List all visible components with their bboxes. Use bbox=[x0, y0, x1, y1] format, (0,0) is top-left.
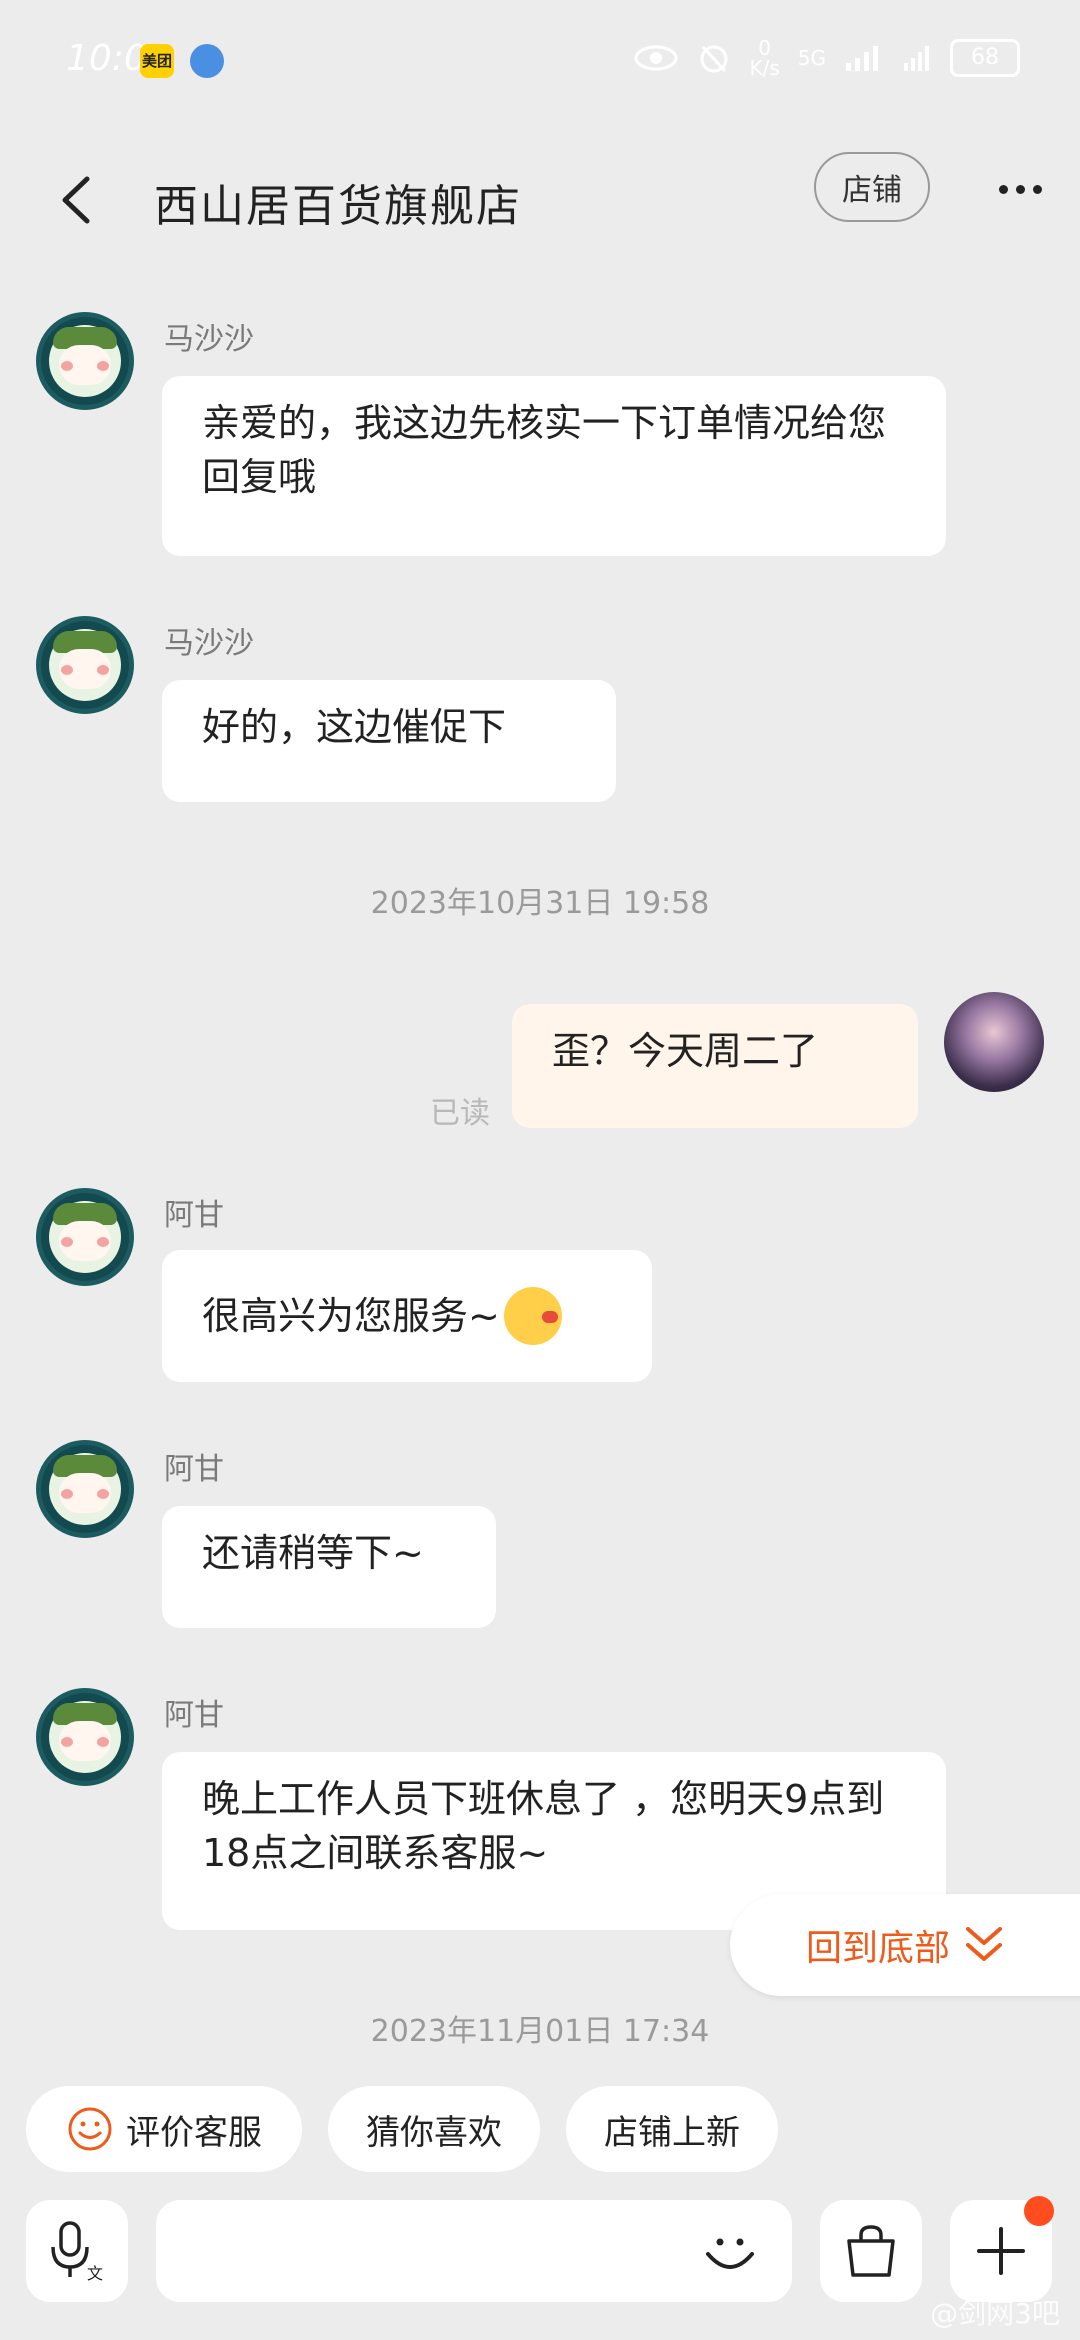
voice-input-button[interactable]: 文 bbox=[26, 2200, 128, 2302]
agent-avatar[interactable] bbox=[36, 1688, 134, 1786]
rate-service-chip[interactable]: 评价客服 bbox=[26, 2086, 302, 2172]
guess-you-like-chip[interactable]: 猜你喜欢 bbox=[328, 2086, 540, 2172]
network-type: 5G bbox=[797, 46, 826, 70]
more-options-button[interactable] bbox=[990, 164, 1050, 214]
shopping-bag-icon bbox=[847, 2225, 895, 2277]
sender-name: 阿甘 bbox=[164, 1198, 224, 1233]
chip-label: 评价客服 bbox=[126, 2112, 262, 2153]
chevron-left-icon bbox=[62, 176, 90, 224]
net-speed: 0 K/s bbox=[749, 36, 780, 80]
sender-name: 阿甘 bbox=[164, 1698, 224, 1733]
sender-name: 马沙沙 bbox=[164, 322, 254, 357]
emoji-button[interactable] bbox=[700, 2222, 760, 2282]
message-bubble[interactable]: 亲爱的，我这边先核实一下订单情况给您回复哦 bbox=[162, 376, 946, 556]
eye-icon bbox=[634, 45, 678, 71]
browser-notification-icon bbox=[190, 44, 224, 78]
message-bubble[interactable]: 好的，这边催促下 bbox=[162, 680, 616, 802]
shop-new-chip[interactable]: 店铺上新 bbox=[566, 2086, 778, 2172]
sender-name: 马沙沙 bbox=[164, 626, 254, 661]
message-text: 很高兴为您服务~ bbox=[202, 1294, 500, 1338]
message-bubble[interactable]: 很高兴为您服务~ bbox=[162, 1250, 652, 1382]
watermark: @剑网3吧 bbox=[930, 2297, 1060, 2330]
smiley-icon bbox=[68, 2107, 112, 2151]
message-timestamp: 2023年10月31日 19:58 bbox=[370, 886, 710, 921]
plus-icon bbox=[977, 2227, 1025, 2275]
double-chevron-down-icon bbox=[966, 1927, 1003, 1961]
message-timestamp: 2023年11月01日 17:34 bbox=[370, 2014, 710, 2049]
smile-emoji-icon bbox=[503, 1287, 562, 1345]
back-to-bottom-label: 回到底部 bbox=[806, 1928, 951, 1969]
read-status: 已读 bbox=[430, 1096, 490, 1131]
agent-avatar[interactable] bbox=[36, 312, 134, 410]
shop-button[interactable]: 店铺 bbox=[814, 152, 930, 222]
status-bar: 10:06 美团 0 K/s 5G 68 bbox=[0, 0, 1080, 120]
back-to-bottom-button[interactable]: 回到底部 bbox=[730, 1894, 1080, 1996]
agent-avatar[interactable] bbox=[36, 616, 134, 714]
svg-text:文: 文 bbox=[87, 2264, 103, 2283]
message-input[interactable] bbox=[156, 2200, 792, 2302]
emoji-face-icon bbox=[706, 2238, 754, 2269]
microphone-icon: 文 bbox=[51, 2221, 103, 2283]
page-title: 西山居百货旗舰店 bbox=[154, 181, 522, 232]
signal-icon bbox=[846, 46, 878, 71]
dot bbox=[1032, 184, 1042, 194]
meituan-badge-icon: 美团 bbox=[140, 44, 174, 78]
my-message-bubble[interactable]: 歪？今天周二了 bbox=[512, 1004, 918, 1128]
chat-header: 西山居百货旗舰店 店铺 bbox=[0, 140, 1080, 260]
signal-2-icon bbox=[904, 46, 929, 71]
alarm-off-icon bbox=[700, 45, 728, 73]
my-avatar[interactable] bbox=[944, 992, 1044, 1092]
message-bubble[interactable]: 还请稍等下~ bbox=[162, 1506, 496, 1628]
order-bag-button[interactable] bbox=[820, 2200, 922, 2302]
battery-icon: 68 bbox=[950, 39, 1020, 77]
dot bbox=[1015, 184, 1025, 194]
agent-avatar[interactable] bbox=[36, 1188, 134, 1286]
status-icons: 0 K/s 5G 68 bbox=[633, 38, 1020, 78]
dot bbox=[998, 184, 1008, 194]
sender-name: 阿甘 bbox=[164, 1452, 224, 1487]
back-button[interactable] bbox=[48, 160, 104, 240]
notification-dot bbox=[1024, 2196, 1054, 2226]
agent-avatar[interactable] bbox=[36, 1440, 134, 1538]
